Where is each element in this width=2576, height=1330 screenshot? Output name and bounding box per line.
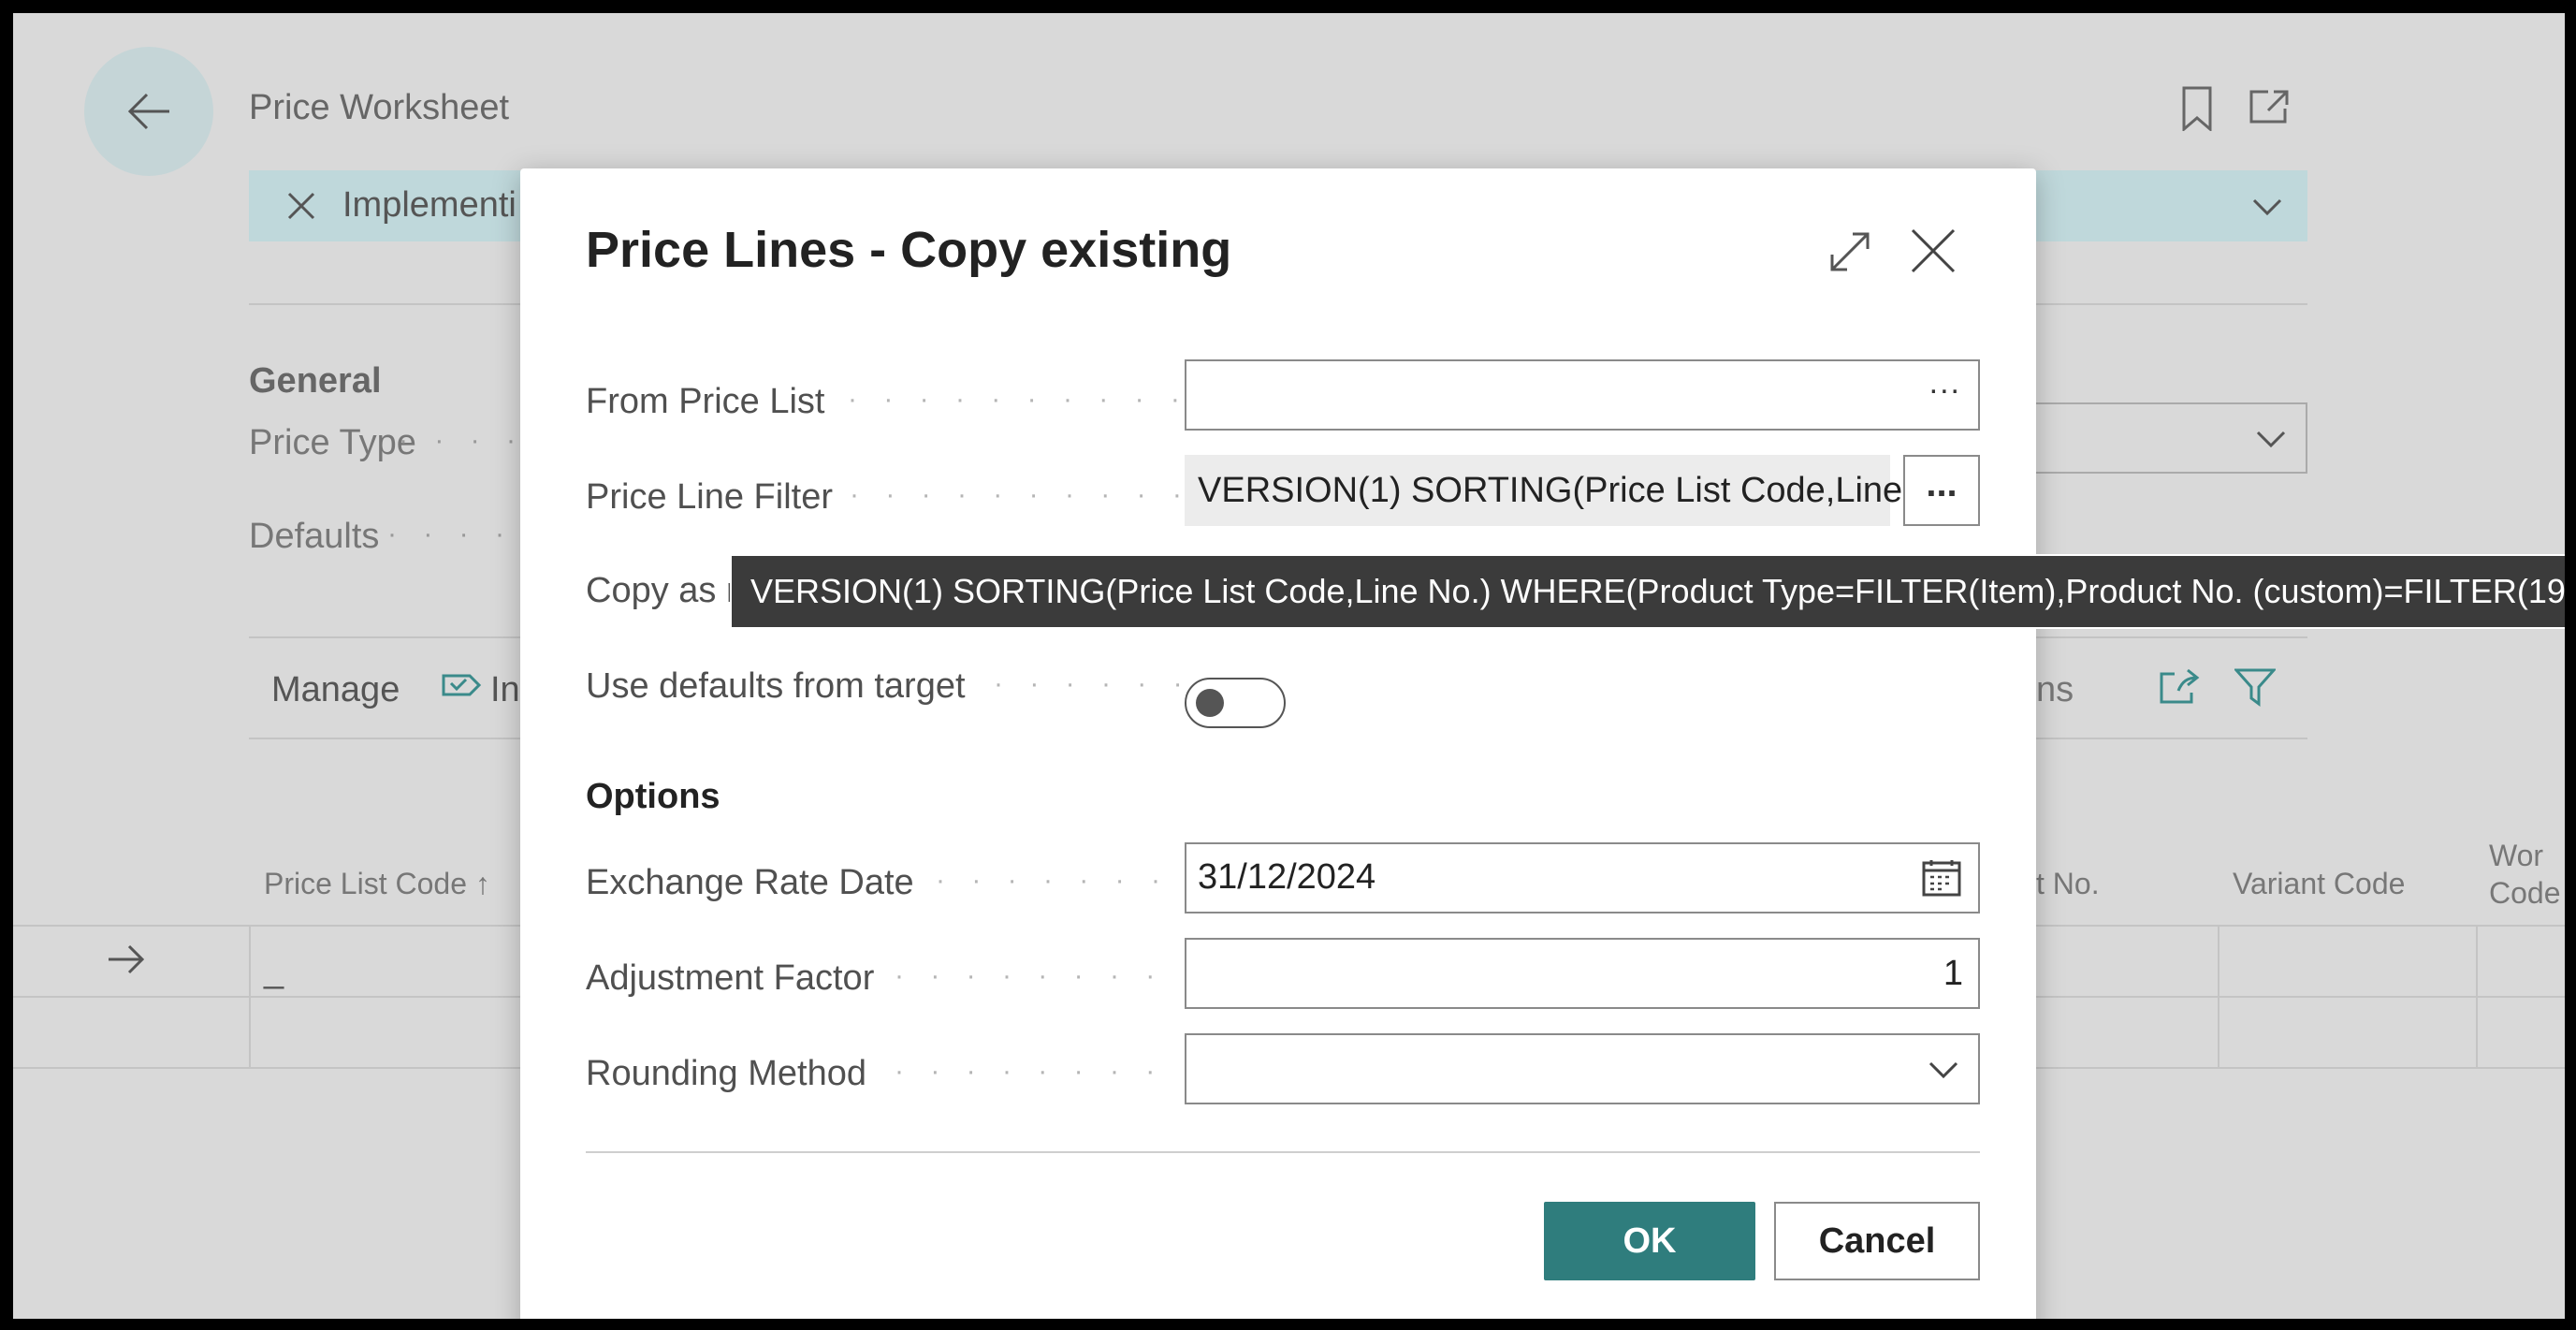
price-line-filter-value: VERSION(1) SORTING(Price List Code,Line.… <box>1198 471 1932 510</box>
toolbar-actions[interactable]: ns <box>2036 670 2074 710</box>
exchange-rate-date-field[interactable]: 31/12/2024 <box>1185 842 1980 913</box>
app-window: Price Worksheet Implementi General Price… <box>13 13 2565 1319</box>
toolbar-manage[interactable]: Manage <box>271 670 400 710</box>
expand-icon[interactable] <box>1828 230 1871 278</box>
label-dots: · · · · · · · · <box>994 668 1181 699</box>
dialog-title: Price Lines - Copy existing <box>586 222 1232 278</box>
ellipsis-icon: ... <box>1926 462 1957 504</box>
price-line-filter-field[interactable]: VERSION(1) SORTING(Price List Code,Line.… <box>1185 455 1932 526</box>
chevron-down-icon[interactable] <box>2251 197 2283 222</box>
defaults-label: Defaults <box>249 517 380 556</box>
page-title: Price Worksheet <box>249 88 510 127</box>
column-product-no[interactable]: t No. <box>2036 867 2100 901</box>
rounding-method-dropdown[interactable] <box>1185 1033 1980 1104</box>
section-general: General <box>249 361 382 401</box>
price-line-filter-label: Price Line Filter <box>586 477 833 517</box>
use-defaults-toggle[interactable] <box>1185 678 1286 728</box>
label-dots: · · · · · · · · · · · · · <box>895 1056 1185 1087</box>
share-icon[interactable] <box>2158 666 2201 710</box>
price-type-dropdown[interactable] <box>2034 402 2307 474</box>
column-wor-line2[interactable]: Code <box>2489 876 2561 911</box>
column-divider <box>2476 925 2478 1067</box>
row-cursor[interactable]: _ <box>264 951 284 991</box>
lookup-button[interactable]: ... <box>1929 365 1961 402</box>
chevron-down-icon <box>1928 1061 1958 1079</box>
label-dots: · · · · · · · · · · · <box>936 865 1185 896</box>
from-price-list-label: From Price List <box>586 382 825 421</box>
exchange-rate-date-label: Exchange Rate Date <box>586 863 914 902</box>
close-icon[interactable] <box>286 191 316 226</box>
price-line-filter-lookup-button[interactable]: ... <box>1903 455 1980 526</box>
column-price-list-code[interactable]: Price List Code ↑ <box>264 867 490 901</box>
toggle-knob <box>1196 689 1224 717</box>
copy-as-label: Copy as r <box>586 571 738 610</box>
price-type-label: Price Type <box>249 423 416 462</box>
ok-button[interactable]: OK <box>1544 1202 1755 1280</box>
use-defaults-label: Use defaults from target <box>586 666 966 706</box>
adjustment-factor-label: Adjustment Factor <box>586 958 875 998</box>
implement-icon[interactable] <box>440 666 485 712</box>
rounding-method-label: Rounding Method <box>586 1054 866 1093</box>
back-button[interactable] <box>84 47 213 176</box>
label-dots: · · · · · · · · · · · · · · · <box>848 384 1185 415</box>
dialog-divider <box>586 1151 1980 1153</box>
column-divider <box>249 925 251 1067</box>
adjustment-factor-value: 1 <box>1943 954 1963 993</box>
open-new-window-icon[interactable] <box>2248 88 2291 130</box>
label-dots: · · · · · · · · · · · · · · · <box>850 479 1186 510</box>
column-wor-line1[interactable]: Wor <box>2489 839 2543 873</box>
filter-tooltip: VERSION(1) SORTING(Price List Code,Line … <box>730 554 2565 629</box>
close-icon[interactable] <box>1909 227 1957 280</box>
toolbar-implement[interactable]: In <box>490 670 520 710</box>
exchange-rate-date-value: 31/12/2024 <box>1198 857 1376 897</box>
calendar-icon[interactable] <box>1922 859 1961 897</box>
label-dots: · · · · · · · · · · · · · <box>895 960 1185 991</box>
column-divider <box>2218 925 2219 1067</box>
row-arrow-icon[interactable] <box>107 943 146 980</box>
chevron-down-icon <box>2256 431 2286 448</box>
banner-text: Implementi <box>342 185 517 225</box>
adjustment-factor-field[interactable]: 1 <box>1185 938 1980 1009</box>
from-price-list-field[interactable]: ... <box>1185 359 1980 431</box>
options-heading: Options <box>586 777 720 816</box>
column-variant-code[interactable]: Variant Code <box>2233 867 2405 901</box>
copy-existing-dialog: Price Lines - Copy existing From Price L… <box>520 168 2036 1319</box>
bookmark-icon[interactable] <box>2180 86 2214 136</box>
cancel-button[interactable]: Cancel <box>1774 1202 1980 1280</box>
arrow-left-icon <box>127 93 169 130</box>
filter-icon[interactable] <box>2233 666 2278 712</box>
